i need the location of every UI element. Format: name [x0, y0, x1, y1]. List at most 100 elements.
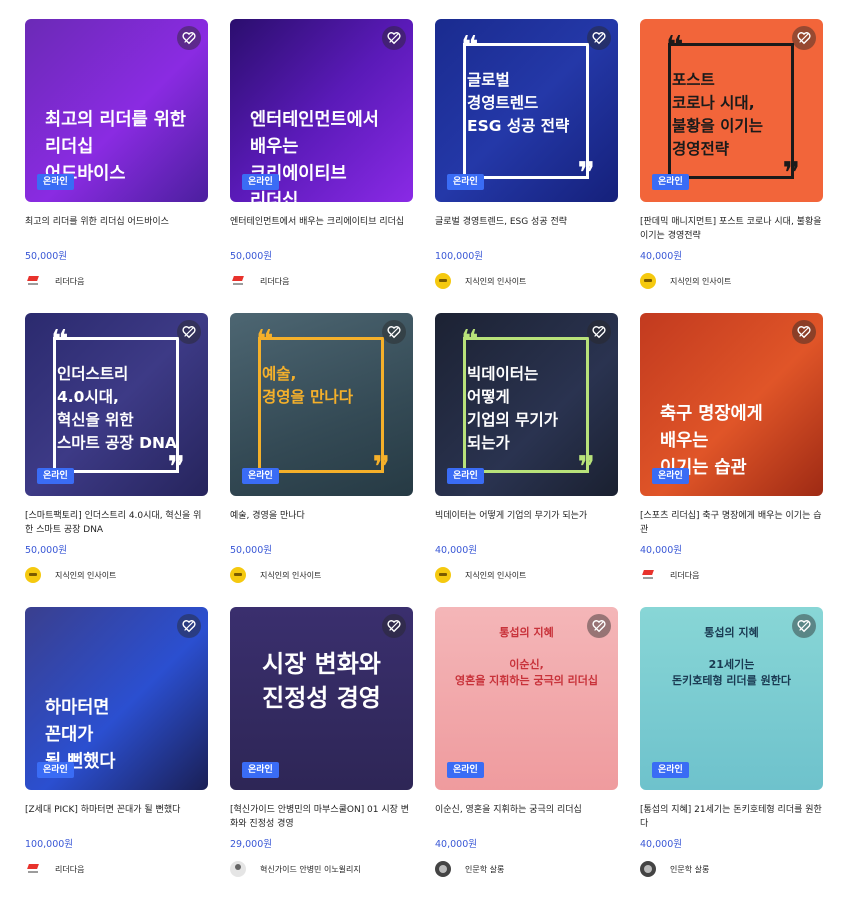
course-card[interactable]: 축구 명장에게 배우는 이기는 습관온라인 [스포츠 리더십] 축구 명장에게 배… [640, 313, 823, 584]
close-quote-icon: ❞ [577, 450, 595, 485]
heart-icon [182, 32, 196, 45]
favorite-button[interactable] [792, 26, 816, 50]
heart-icon [387, 620, 401, 633]
seller-info[interactable]: 혁신가이드 안병민 이노윌리지 [230, 860, 413, 878]
online-badge: 온라인 [652, 468, 689, 484]
seller-info[interactable]: 지식인의 인사이트 [230, 566, 413, 584]
heart-icon [387, 32, 401, 45]
course-title[interactable]: 예술, 경영을 만나다 [230, 509, 413, 539]
course-thumbnail[interactable]: 최고의 리더를 위한 리더십 어드바이스 온라인 [25, 19, 208, 202]
thumbnail-text: 글로벌 경영트렌드 ESG 성공 전략 [467, 71, 570, 135]
seller-name: 리더다음 [55, 864, 85, 874]
course-price: 29,000원 [230, 839, 272, 850]
seller-avatar [25, 273, 41, 289]
favorite-button[interactable] [382, 26, 406, 50]
course-card[interactable]: 통섭의 지혜 21세기는 돈키호테형 리더를 원한다 온라인 [통섭의 지혜] 21… [640, 607, 823, 878]
favorite-button[interactable] [382, 614, 406, 638]
course-card[interactable]: ❝ ❞ 예술, 경영을 만나다 온라인 예술, 경영을 만나다 50,000원 지식인의 인… [230, 313, 413, 584]
course-title[interactable]: [스마트팩토리] 인더스트리 4.0시대, 혁신을 위한 스마트 공장 DNA [25, 509, 208, 539]
course-title[interactable]: 이순신, 영혼을 지휘하는 궁극의 리더십 [435, 803, 618, 833]
seller-avatar [435, 567, 451, 583]
course-card[interactable]: 최고의 리더를 위한 리더십 어드바이스 온라인최고의 리더를 위한 리더십 어드… [25, 19, 208, 290]
course-thumbnail[interactable]: ❝ ❞ 빅데이터는 어떻게 기업의 무기가 되는가 온라인 [435, 313, 618, 496]
seller-avatar [435, 273, 451, 289]
course-title[interactable]: 엔터테인먼트에서 배우는 크리에이티브 리더십 [230, 215, 413, 245]
open-quote-icon: ❝ [666, 30, 684, 65]
course-card[interactable]: 시장 변화와 진정성 경영 온라인 [혁신가이드 안병민의 마부스쿨ON] 01 시… [230, 607, 413, 878]
online-badge: 온라인 [242, 468, 279, 484]
favorite-button[interactable] [792, 320, 816, 344]
course-thumbnail[interactable]: ❝ ❞ 포스트 코로나 시대, 불황을 이기는 경영전략 온라인 [640, 19, 823, 202]
seller-info[interactable]: 리더다음 [230, 272, 413, 290]
thumbnail-text: 인더스트리 4.0시대, 혁신을 위한 스마트 공장 DNA [57, 365, 177, 452]
favorite-button[interactable] [177, 320, 201, 344]
seller-info[interactable]: 리더다음 [640, 566, 823, 584]
course-title[interactable]: [통섭의 지혜] 21세기는 돈키호테형 리더를 원한다 [640, 803, 823, 833]
course-price: 50,000원 [25, 545, 67, 556]
seller-avatar [230, 567, 246, 583]
course-card[interactable]: ❝ ❞ 포스트 코로나 시대, 불황을 이기는 경영전략 온라인 [판데믹 매니지먼트]… [640, 19, 823, 290]
seller-info[interactable]: 지식인의 인사이트 [435, 272, 618, 290]
favorite-button[interactable] [792, 614, 816, 638]
course-price: 40,000원 [435, 545, 477, 556]
course-thumbnail[interactable]: 통섭의 지혜 21세기는 돈키호테형 리더를 원한다 온라인 [640, 607, 823, 790]
course-card[interactable]: 하마터면 꼰대가 될 뻔했다온라인 [Z세대 PICK] 하마터면 꼰대가 될 뻔… [25, 607, 208, 878]
course-title[interactable]: 빅데이터는 어떻게 기업의 무기가 되는가 [435, 509, 618, 539]
course-thumbnail[interactable]: 엔터테인먼트에서 배우는 크리에이티브 리더십 온라인 [230, 19, 413, 202]
seller-avatar [640, 861, 656, 877]
open-quote-icon: ❝ [256, 324, 274, 359]
heart-icon [797, 32, 811, 45]
course-thumbnail[interactable]: 통섭의 지혜 이순신, 영혼을 지휘하는 궁극의 리더십 온라인 [435, 607, 618, 790]
online-badge: 온라인 [242, 174, 279, 190]
course-price: 50,000원 [230, 251, 272, 262]
open-quote-icon: ❝ [461, 324, 479, 359]
favorite-button[interactable] [587, 614, 611, 638]
seller-name: 지식인의 인사이트 [670, 276, 732, 286]
course-card[interactable]: ❝ ❞ 글로벌 경영트렌드 ESG 성공 전략 온라인글로벌 경영트렌드, ESG 성… [435, 19, 618, 290]
seller-info[interactable]: 지식인의 인사이트 [640, 272, 823, 290]
favorite-button[interactable] [177, 26, 201, 50]
favorite-button[interactable] [587, 26, 611, 50]
seller-info[interactable]: 인문학 살롱 [640, 860, 823, 878]
course-thumbnail[interactable]: ❝ ❞ 예술, 경영을 만나다 온라인 [230, 313, 413, 496]
seller-info[interactable]: 인문학 살롱 [435, 860, 618, 878]
course-title[interactable]: 최고의 리더를 위한 리더십 어드바이스 [25, 215, 208, 245]
course-title[interactable]: [Z세대 PICK] 하마터면 꼰대가 될 뻔했다 [25, 803, 208, 833]
online-badge: 온라인 [447, 468, 484, 484]
online-badge: 온라인 [37, 468, 74, 484]
online-badge: 온라인 [447, 762, 484, 778]
course-thumbnail[interactable]: 하마터면 꼰대가 될 뻔했다온라인 [25, 607, 208, 790]
open-quote-icon: ❝ [461, 30, 479, 65]
course-price: 40,000원 [435, 839, 477, 850]
course-card[interactable]: ❝ ❞ 인더스트리 4.0시대, 혁신을 위한 스마트 공장 DNA 온라인 [스마트팩… [25, 313, 208, 584]
course-thumbnail[interactable]: 시장 변화와 진정성 경영 온라인 [230, 607, 413, 790]
course-price: 100,000원 [25, 839, 74, 850]
open-quote-icon: ❝ [51, 324, 69, 359]
course-title[interactable]: 글로벌 경영트렌드, ESG 성공 전략 [435, 215, 618, 245]
course-title[interactable]: [혁신가이드 안병민의 마부스쿨ON] 01 시장 변화와 진정성 경영 [230, 803, 413, 833]
seller-info[interactable]: 리더다음 [25, 860, 208, 878]
course-card[interactable]: 엔터테인먼트에서 배우는 크리에이티브 리더십 온라인 엔터테인먼트에서 배우는 크… [230, 19, 413, 290]
favorite-button[interactable] [382, 320, 406, 344]
seller-info[interactable]: 리더다음 [25, 272, 208, 290]
course-title[interactable]: [판데믹 매니지먼트] 포스트 코로나 시대, 불황을 이기는 경영전략 [640, 215, 823, 245]
seller-avatar [230, 861, 246, 877]
course-card[interactable]: 통섭의 지혜 이순신, 영혼을 지휘하는 궁극의 리더십 온라인이순신, 영혼을 … [435, 607, 618, 878]
seller-info[interactable]: 지식인의 인사이트 [25, 566, 208, 584]
seller-info[interactable]: 지식인의 인사이트 [435, 566, 618, 584]
seller-name: 리더다음 [260, 276, 290, 286]
heart-icon [592, 620, 606, 633]
favorite-button[interactable] [177, 614, 201, 638]
favorite-button[interactable] [587, 320, 611, 344]
online-badge: 온라인 [652, 762, 689, 778]
seller-name: 지식인의 인사이트 [55, 570, 117, 580]
seller-avatar [435, 861, 451, 877]
course-thumbnail[interactable]: ❝ ❞ 글로벌 경영트렌드 ESG 성공 전략 온라인 [435, 19, 618, 202]
thumbnail-text: 포스트 코로나 시대, 불황을 이기는 경영전략 [672, 71, 763, 158]
course-card[interactable]: ❝ ❞ 빅데이터는 어떻게 기업의 무기가 되는가 온라인 빅데이터는 어떻게 기업의 … [435, 313, 618, 584]
seller-avatar [25, 861, 41, 877]
course-thumbnail[interactable]: 축구 명장에게 배우는 이기는 습관온라인 [640, 313, 823, 496]
course-title[interactable]: [스포츠 리더십] 축구 명장에게 배우는 이기는 습관 [640, 509, 823, 539]
course-price: 50,000원 [25, 251, 67, 262]
course-thumbnail[interactable]: ❝ ❞ 인더스트리 4.0시대, 혁신을 위한 스마트 공장 DNA 온라인 [25, 313, 208, 496]
